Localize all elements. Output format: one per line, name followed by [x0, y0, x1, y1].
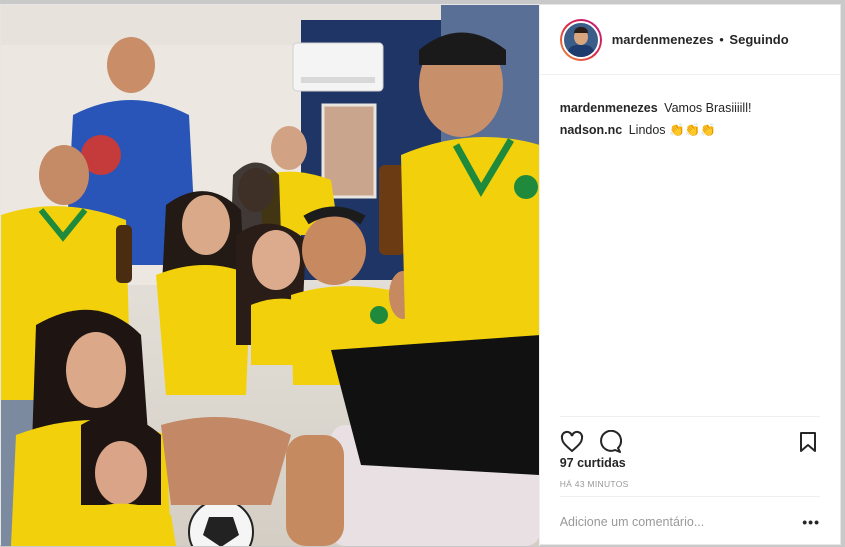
comment-item: nadson.nc Lindos 👏👏👏 — [560, 119, 820, 141]
cbf-badge — [514, 175, 538, 199]
separator-dot: • — [719, 32, 724, 47]
person-face — [39, 145, 89, 205]
group-photo-illustration — [1, 5, 539, 546]
person-face — [252, 230, 300, 290]
beer-bottle — [116, 225, 132, 283]
heart-icon[interactable] — [560, 430, 584, 454]
more-options-button[interactable]: ••• — [802, 514, 820, 530]
cbf-badge — [370, 306, 388, 324]
comment-text: Lindos 👏👏👏 — [628, 123, 716, 137]
bookmark-icon[interactable] — [796, 430, 820, 454]
username-link[interactable]: mardenmenezes — [612, 32, 714, 47]
person-face — [271, 126, 307, 170]
comment-username[interactable]: nadson.nc — [560, 123, 623, 137]
black-shorts — [331, 335, 539, 475]
avatar-shirt — [566, 44, 595, 57]
post-header: mardenmenezes • Seguindo — [539, 5, 840, 75]
legs — [161, 417, 291, 505]
person-face — [182, 195, 230, 255]
person-face — [95, 441, 147, 505]
comment-username[interactable]: mardenmenezes — [560, 101, 658, 115]
post-modal: mardenmenezes • Seguindo mardenmenezes V… — [0, 4, 841, 546]
leg — [286, 435, 344, 546]
post-timestamp: HÁ 43 MINUTOS — [559, 479, 629, 489]
person-face — [107, 37, 155, 93]
post-photo[interactable] — [1, 5, 539, 546]
avatar-ring[interactable] — [559, 18, 602, 61]
ac-vent — [301, 77, 375, 83]
following-button[interactable]: Seguindo — [729, 32, 788, 47]
avatar[interactable] — [561, 20, 600, 59]
add-comment-bar: ••• — [559, 496, 820, 546]
avatar-hair — [573, 26, 588, 33]
header-text: mardenmenezes • Seguindo — [612, 32, 789, 47]
comments-list: mardenmenezes Vamos Brasiiiill! nadson.n… — [540, 75, 840, 141]
person-face — [66, 332, 126, 408]
action-bar — [559, 416, 820, 456]
air-conditioner — [292, 42, 384, 92]
comment-bubble-icon[interactable] — [598, 429, 622, 454]
likes-count[interactable]: 97 curtidas — [560, 456, 626, 470]
wooden-lamp — [379, 165, 405, 255]
comment-input[interactable] — [559, 514, 803, 529]
comment-item: mardenmenezes Vamos Brasiiiill! — [560, 97, 820, 119]
post-sidebar: mardenmenezes • Seguindo mardenmenezes V… — [538, 5, 840, 546]
comment-text: Vamos Brasiiiill! — [664, 101, 752, 115]
person-face — [302, 215, 366, 285]
